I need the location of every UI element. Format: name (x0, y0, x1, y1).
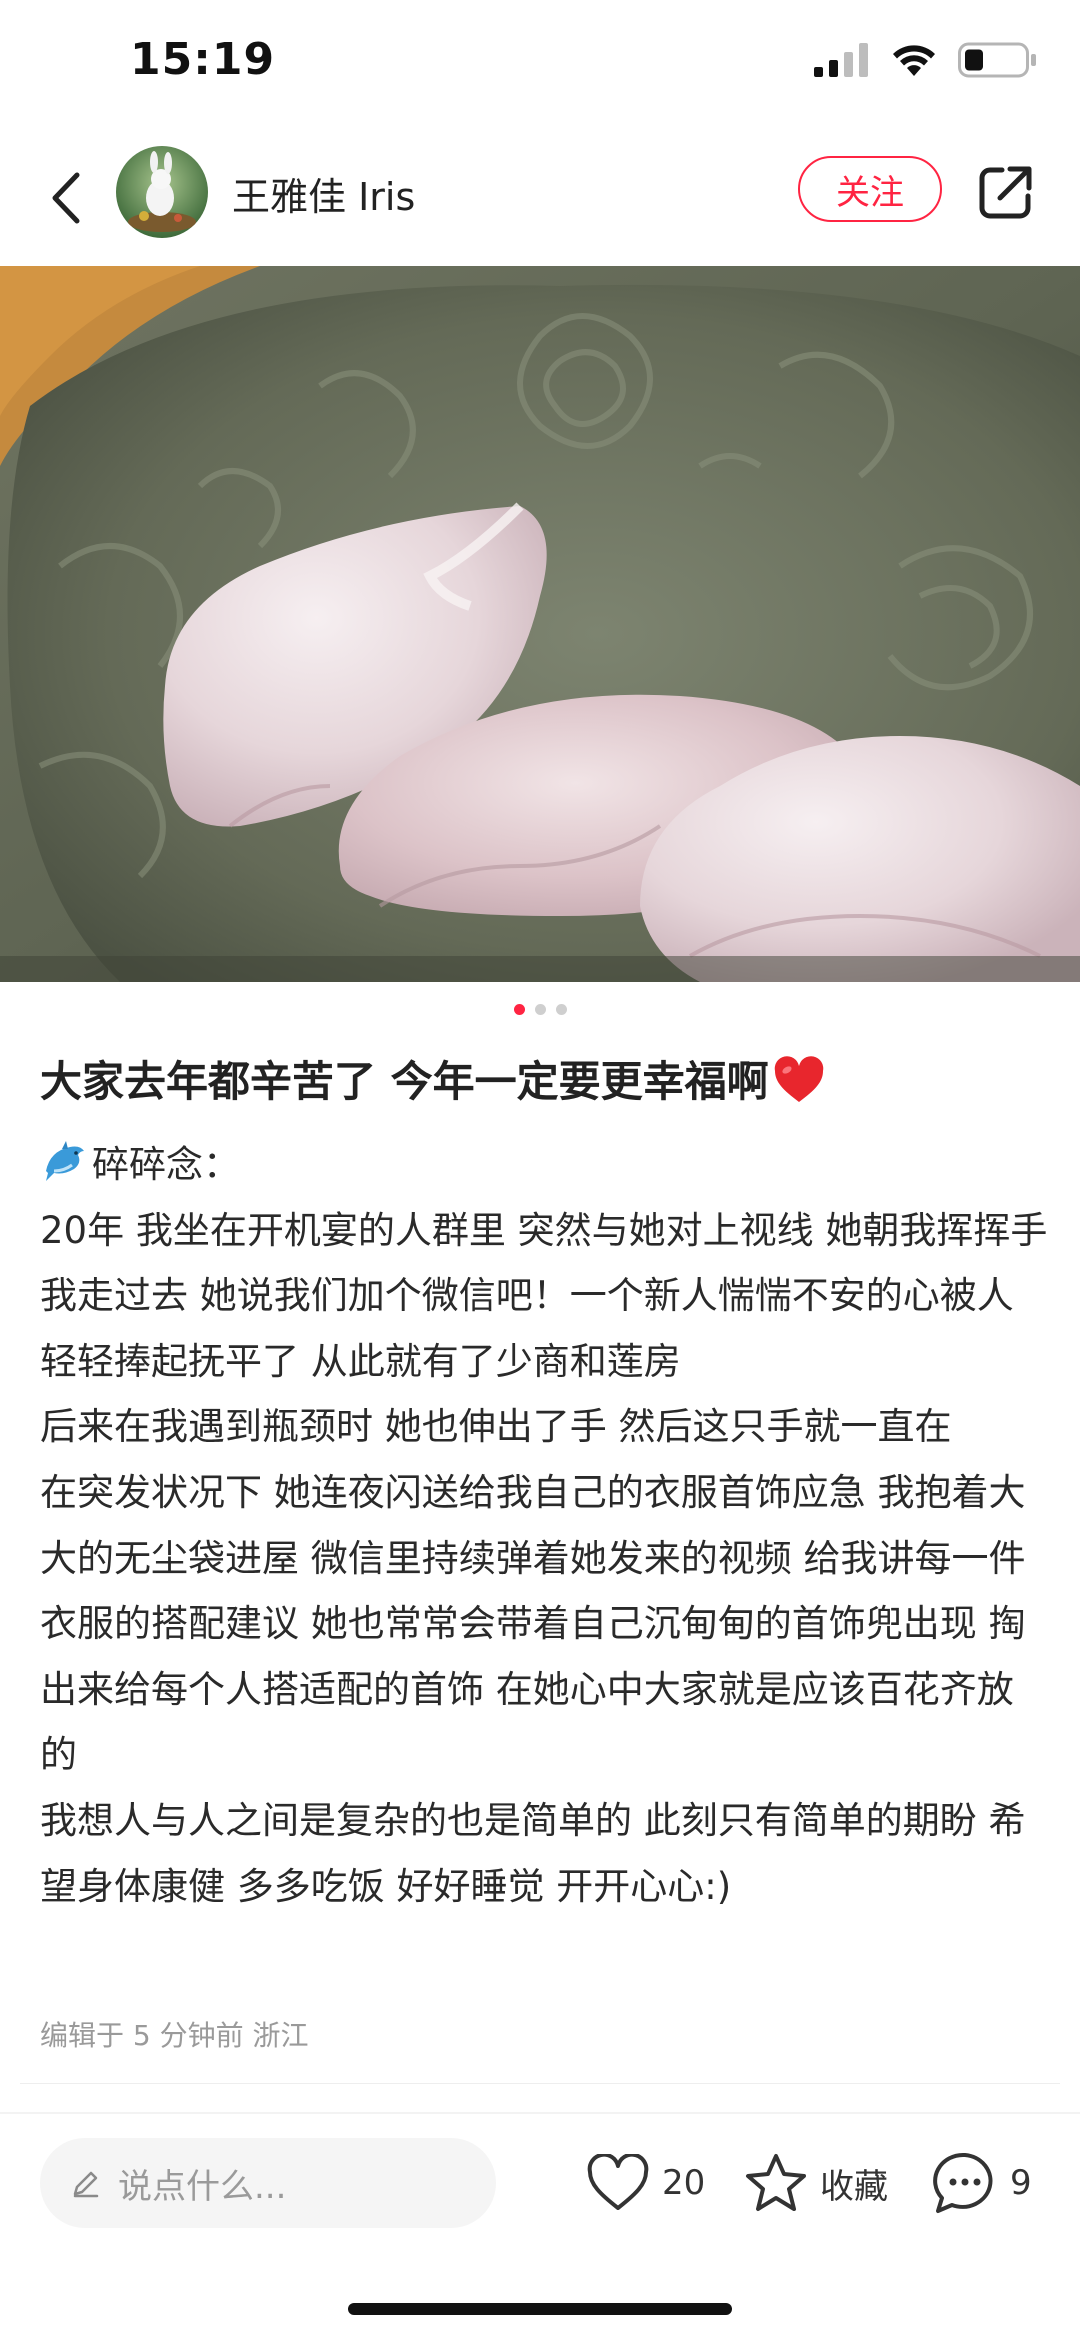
status-time: 15:19 (130, 34, 276, 85)
post-image-carousel[interactable] (0, 266, 1080, 982)
post-header: 王雅佳 Iris 关注 (0, 130, 1080, 266)
divider (20, 2083, 1060, 2084)
post-paragraph: 在突发状况下 她连夜闪送给我自己的衣服首饰应急 我抱着大大的无尘袋进屋 微信里持… (40, 1470, 1026, 1777)
heart-outline-icon (587, 2154, 649, 2210)
post-body: 碎碎念： 20年 我坐在开机宴的人群里 突然与她对上视线 她朝我挥挥手 我走过去… (40, 1132, 1050, 1919)
carousel-dot (534, 1004, 546, 1015)
post-title-row: 大家去年都辛苦了 今年一定要更幸福啊 (40, 1052, 1040, 1112)
collect-label: 收藏 (820, 2166, 888, 2207)
status-bar: 15:19 (0, 0, 1080, 130)
back-arrow-icon (52, 172, 80, 224)
collect-button[interactable]: 收藏 (744, 2150, 888, 2216)
dumplings-photo (0, 266, 1080, 982)
follow-button[interactable]: 关注 (798, 156, 942, 222)
comment-button[interactable]: 9 (932, 2150, 1032, 2216)
share-icon (979, 166, 1032, 219)
comment-input[interactable]: 说点什么... (40, 2138, 496, 2228)
comment-bubble-icon (933, 2152, 993, 2213)
comment-count: 9 (1010, 2163, 1032, 2203)
like-count: 20 (662, 2163, 706, 2203)
comment-placeholder: 说点什么... (118, 2166, 287, 2207)
battery-icon (958, 42, 1036, 78)
heart-emoji-icon (774, 1056, 823, 1102)
status-icons (814, 40, 1038, 80)
dolphin-emoji-icon (46, 1141, 84, 1181)
post-meta: 编辑于 5 分钟前 浙江 (40, 2019, 309, 2052)
back-button[interactable] (36, 158, 96, 238)
star-outline-icon (746, 2154, 806, 2211)
engagement-bar: 说点什么... 20 收藏 9 (0, 2114, 1080, 2254)
pencil-icon (73, 2171, 99, 2198)
post-paragraph: 我想人与人之间是复杂的也是简单的 此刻只有简单的期盼 希望身体康健 多多吃饭 好… (40, 1798, 1026, 1908)
carousel-dot-active (513, 1004, 525, 1015)
like-button[interactable]: 20 (586, 2150, 705, 2216)
author-name[interactable]: 王雅佳 Iris (232, 166, 415, 221)
wifi-icon (893, 45, 935, 76)
carousel-dot (555, 1004, 567, 1015)
home-indicator[interactable] (348, 2303, 732, 2315)
post-title: 大家去年都辛苦了 今年一定要更幸福啊 (40, 1057, 769, 1106)
carousel-indicator (0, 1004, 1080, 1024)
post-paragraph: 后来在我遇到瓶颈时 她也伸出了手 然后这只手就一直在 (40, 1405, 952, 1449)
author-avatar[interactable] (116, 146, 208, 238)
cellular-signal-icon (814, 43, 868, 77)
share-button[interactable] (976, 162, 1036, 222)
post-paragraph: 碎碎念： (40, 1132, 1050, 1198)
post-paragraph: 20年 我坐在开机宴的人群里 突然与她对上视线 她朝我挥挥手 我走过去 她说我们… (40, 1208, 1048, 1383)
